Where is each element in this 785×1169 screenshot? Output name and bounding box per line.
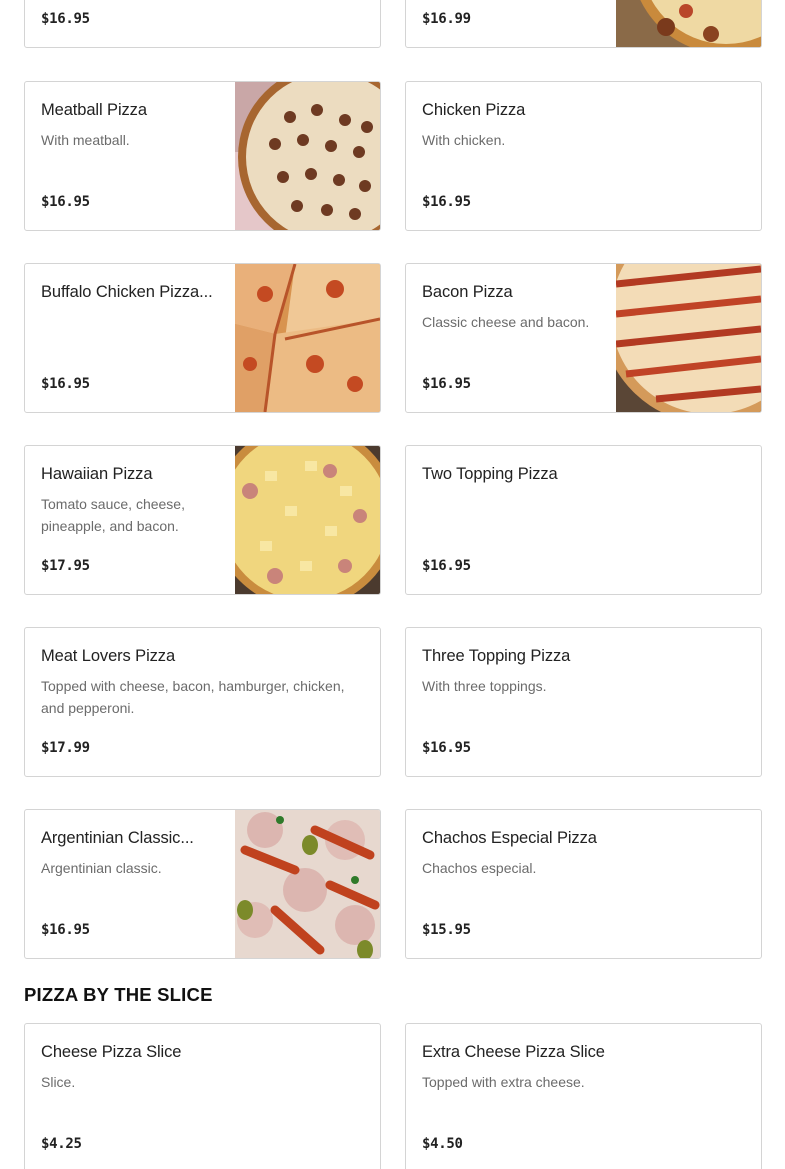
menu-item-description: With meatball. [41, 132, 130, 148]
menu-item-price: $16.95 [422, 558, 471, 574]
menu-item-price: $16.99 [422, 11, 471, 27]
menu-item-card[interactable]: Meat Lovers Pizza Topped with cheese, ba… [24, 627, 381, 777]
pizza-photo [616, 0, 761, 47]
menu-item-info: Two Topping Pizza $16.95 [422, 446, 745, 594]
menu-item-price: $4.50 [422, 1136, 463, 1152]
menu-item-info: $16.99 [422, 0, 601, 47]
menu-item-description: Argentinian classic. [41, 860, 162, 876]
menu-item-name: Meatball Pizza [41, 101, 147, 119]
menu-item-description: Slice. [41, 1074, 76, 1090]
menu-item-price: $16.95 [422, 194, 471, 210]
menu-item-name: Buffalo Chicken Pizza... [41, 283, 213, 301]
menu-item-card[interactable]: Extra Cheese Pizza Slice Topped with ext… [405, 1023, 762, 1169]
menu-item-price: $17.95 [41, 558, 90, 574]
menu-item-name: Meat Lovers Pizza [41, 647, 176, 665]
menu-item-card[interactable]: Argentinian Classic... Argentinian class… [24, 809, 381, 959]
menu-item-name: Hawaiian Pizza [41, 465, 153, 483]
menu-item-price: $16.95 [41, 376, 90, 392]
menu-item-card[interactable]: Two Topping Pizza $16.95 [405, 445, 762, 595]
menu-item-name: Three Topping Pizza [422, 647, 571, 665]
menu-item-price: $16.95 [41, 922, 90, 938]
menu-item-name: Bacon Pizza [422, 283, 513, 301]
menu-item-card[interactable]: Hawaiian Pizza Tomato sauce, cheese, pin… [24, 445, 381, 595]
meatball-pizza-photo [235, 82, 380, 230]
menu-item-info: Argentinian Classic... Argentinian class… [41, 810, 220, 958]
menu-item-description: Tomato sauce, cheese, pineapple, and bac… [41, 496, 185, 534]
hawaiian-pizza-photo [235, 446, 380, 594]
section-title: PIZZA BY THE SLICE [24, 984, 213, 1005]
menu-item-card[interactable]: Buffalo Chicken Pizza... $16.95 [24, 263, 381, 413]
menu-item-info: Cheese Pizza Slice Slice. $4.25 [41, 1024, 364, 1169]
menu-item-info: Bacon Pizza Classic cheese and bacon. $1… [422, 264, 601, 412]
menu-item-card[interactable]: Chachos Especial Pizza Chachos especial.… [405, 809, 762, 959]
menu-item-card[interactable]: Three Topping Pizza With three toppings.… [405, 627, 762, 777]
menu-item-price: $17.99 [41, 740, 90, 756]
bacon-pizza-photo [616, 264, 761, 412]
menu-item-info: Buffalo Chicken Pizza... $16.95 [41, 264, 220, 412]
menu-item-name: Two Topping Pizza [422, 465, 558, 483]
menu-item-description: Topped with extra cheese. [422, 1074, 585, 1090]
menu-item-card[interactable]: $16.99 [405, 0, 762, 48]
menu-item-price: $16.95 [422, 740, 471, 756]
menu-item-info: Meatball Pizza With meatball. $16.95 [41, 82, 220, 230]
menu-item-price: $15.95 [422, 922, 471, 938]
menu-item-name: Chicken Pizza [422, 101, 526, 119]
buffalo-chicken-pizza-photo [235, 264, 380, 412]
menu-item-card[interactable]: $16.95 [24, 0, 381, 48]
menu-item-description: With three toppings. [422, 678, 547, 694]
menu-item-info: Extra Cheese Pizza Slice Topped with ext… [422, 1024, 745, 1169]
menu-item-info: Hawaiian Pizza Tomato sauce, cheese, pin… [41, 446, 220, 594]
menu-item-card[interactable]: Cheese Pizza Slice Slice. $4.25 [24, 1023, 381, 1169]
menu-item-name: Extra Cheese Pizza Slice [422, 1043, 605, 1061]
menu-item-info: $16.95 [41, 0, 364, 47]
menu-item-price: $16.95 [41, 11, 90, 27]
argentinian-pizza-photo [235, 810, 380, 958]
menu-item-card[interactable]: Bacon Pizza Classic cheese and bacon. $1… [405, 263, 762, 413]
menu-item-description: Chachos especial. [422, 860, 537, 876]
menu-item-info: Chachos Especial Pizza Chachos especial.… [422, 810, 745, 958]
menu-item-name: Chachos Especial Pizza [422, 829, 597, 847]
menu-item-description: With chicken. [422, 132, 506, 148]
menu-item-price: $4.25 [41, 1136, 82, 1152]
menu-item-info: Three Topping Pizza With three toppings.… [422, 628, 745, 776]
menu-item-price: $16.95 [41, 194, 90, 210]
menu-item-card[interactable]: Meatball Pizza With meatball. $16.95 [24, 81, 381, 231]
menu-item-info: Meat Lovers Pizza Topped with cheese, ba… [41, 628, 364, 776]
menu-item-name: Argentinian Classic... [41, 829, 194, 847]
menu-item-info: Chicken Pizza With chicken. $16.95 [422, 82, 745, 230]
menu-item-card[interactable]: Chicken Pizza With chicken. $16.95 [405, 81, 762, 231]
menu-item-name: Cheese Pizza Slice [41, 1043, 182, 1061]
menu-item-price: $16.95 [422, 376, 471, 392]
menu-item-description: Classic cheese and bacon. [422, 314, 590, 330]
menu-item-description: Topped with cheese, bacon, hamburger, ch… [41, 678, 345, 716]
